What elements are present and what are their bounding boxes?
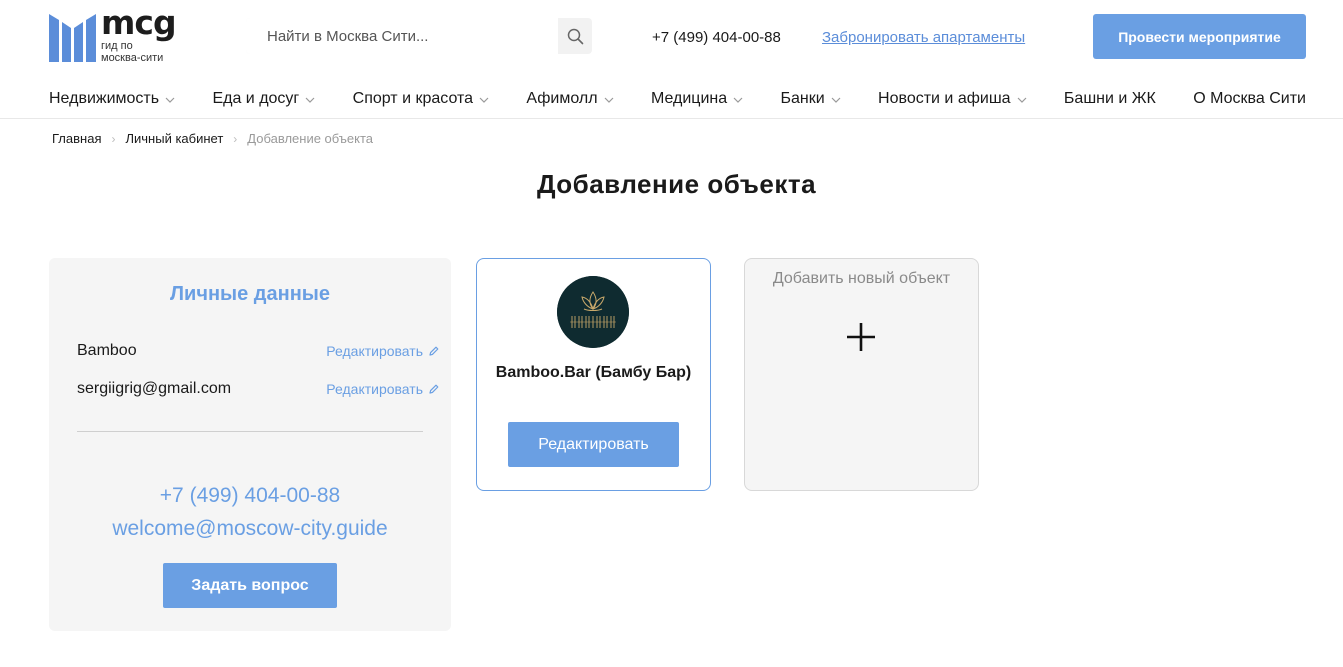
personal-data-title: Личные данные: [170, 283, 330, 305]
logo-wordmark: mcg: [101, 3, 177, 42]
search-input[interactable]: [246, 18, 558, 54]
nav-item-label: Башни и ЖК: [1063, 90, 1156, 107]
pencil-icon: [429, 384, 439, 394]
nav-item-label: Афимолл: [526, 90, 598, 107]
logo-tagline-line2: москва-сити: [101, 52, 164, 64]
user-name: Bamboo: [77, 342, 137, 359]
nav-item-towers[interactable]: Башни и ЖК: [1064, 90, 1156, 108]
email-row: sergiigrig@gmail.com Редактировать: [77, 379, 439, 399]
add-object-title: Добавить новый объект: [772, 270, 951, 287]
nav-item-medicine[interactable]: Медицина: [651, 90, 743, 108]
nav-item-label: Недвижимость: [49, 90, 160, 107]
pencil-icon: [429, 346, 439, 356]
user-email: sergiigrig@gmail.com: [77, 380, 232, 397]
chevron-down-icon: [1017, 97, 1026, 103]
nav-item-about[interactable]: О Москва Сити: [1193, 90, 1306, 108]
site-header: mcg гид по москва-сити +7 (499) 404-00-8…: [0, 0, 1343, 72]
nav-item-label: Банки: [780, 90, 825, 107]
edit-email-link[interactable]: Редактировать: [326, 381, 439, 397]
add-object-card[interactable]: Добавить новый объект: [744, 258, 979, 491]
object-card[interactable]: Bamboo.Bar (Бамбу Бар) Редактировать: [476, 258, 711, 491]
personal-data-panel: Личные данные Bamboo Редактировать sergi…: [49, 258, 451, 631]
logo-tagline: гид по москва-сити: [101, 40, 163, 64]
contact-phone[interactable]: +7 (499) 404-00-88: [49, 484, 451, 508]
logo-mark-icon: [49, 14, 96, 62]
divider: [77, 431, 423, 432]
breadcrumb-cabinet[interactable]: Личный кабинет: [125, 131, 223, 146]
nav-item-label: О Москва Сити: [1193, 90, 1306, 107]
main-nav: Недвижимость Еда и досуг Спорт и красота…: [49, 87, 1306, 111]
chevron-down-icon: [165, 97, 175, 103]
edit-email-label: Редактировать: [326, 381, 423, 397]
search-box: [246, 18, 592, 54]
ask-question-button[interactable]: Задать вопрос: [163, 563, 337, 608]
nav-item-label: Еда и досуг: [212, 90, 300, 107]
edit-name-link[interactable]: Редактировать: [326, 343, 439, 359]
search-button[interactable]: [558, 18, 592, 54]
book-apartments-link[interactable]: Забронировать апартаменты: [822, 29, 1025, 46]
breadcrumb-home[interactable]: Главная: [52, 131, 101, 146]
breadcrumb-separator-icon: ›: [111, 131, 116, 146]
host-event-button[interactable]: Провести мероприятие: [1093, 14, 1306, 59]
chevron-down-icon: [831, 97, 841, 103]
chevron-down-icon: [733, 97, 743, 103]
breadcrumb-current: Добавление объекта: [247, 131, 374, 146]
edit-name-label: Редактировать: [326, 343, 423, 359]
nav-item-news[interactable]: Новости и афиша: [878, 90, 1027, 108]
search-icon: [567, 28, 583, 44]
chevron-down-icon: [479, 97, 489, 103]
name-row: Bamboo Редактировать: [77, 341, 439, 361]
breadcrumb: Главная › Личный кабинет › Добавление об…: [52, 131, 373, 146]
nav-item-label: Спорт и красота: [352, 90, 474, 107]
nav-item-label: Новости и афиша: [878, 90, 1011, 107]
page-title: Добавление объекта: [536, 169, 817, 199]
logo-tagline-line1: гид по: [101, 40, 133, 52]
lotus-logo-icon: [557, 276, 629, 348]
object-logo: [557, 276, 629, 348]
nav-divider: [0, 118, 1343, 119]
nav-item-banks[interactable]: Банки: [781, 90, 841, 108]
edit-object-button[interactable]: Редактировать: [508, 422, 679, 467]
nav-item-food[interactable]: Еда и досуг: [212, 90, 315, 108]
contact-email[interactable]: welcome@moscow-city.guide: [49, 517, 451, 541]
chevron-down-icon: [305, 97, 315, 103]
breadcrumb-separator-icon: ›: [233, 131, 238, 146]
site-logo[interactable]: mcg гид по москва-сити: [49, 3, 189, 64]
chevron-down-icon: [604, 97, 614, 103]
object-name: Bamboo.Bar (Бамбу Бар): [495, 364, 692, 381]
nav-item-afimall[interactable]: Афимолл: [526, 90, 614, 108]
header-phone[interactable]: +7 (499) 404-00-88: [652, 29, 781, 46]
plus-icon: [847, 323, 875, 351]
nav-item-real-estate[interactable]: Недвижимость: [49, 90, 175, 108]
nav-item-sport[interactable]: Спорт и красота: [353, 90, 489, 108]
nav-item-label: Медицина: [650, 90, 728, 107]
